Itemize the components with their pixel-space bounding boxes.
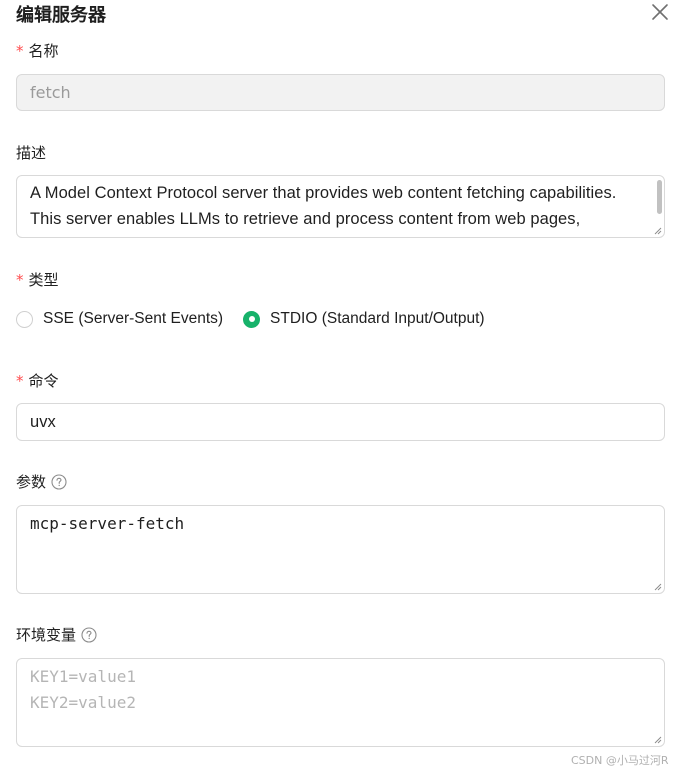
- required-mark: *: [16, 372, 24, 390]
- radio-label-sse: SSE (Server-Sent Events): [43, 310, 224, 327]
- description-line-1: A Model Context Protocol server that pro…: [30, 184, 617, 202]
- radio-label-stdio: STDIO (Standard Input/Output): [270, 310, 485, 327]
- scrollbar-thumb[interactable]: [657, 180, 662, 214]
- radio-option-stdio[interactable]: STDIO (Standard Input/Output): [243, 310, 485, 328]
- name-label-text: 名称: [28, 42, 59, 60]
- name-label: * 名称: [16, 41, 59, 61]
- resize-grip-icon[interactable]: [653, 582, 662, 591]
- watermark: CSDN @小马过河R: [571, 754, 669, 767]
- dialog-title: 编辑服务器: [16, 5, 106, 26]
- description-textarea[interactable]: A Model Context Protocol server that pro…: [16, 175, 665, 238]
- required-mark: *: [16, 271, 24, 289]
- args-value: mcp-server-fetch: [30, 514, 185, 533]
- command-label-text: 命令: [28, 372, 59, 390]
- command-input[interactable]: uvx: [16, 403, 665, 441]
- args-label-text: 参数: [16, 473, 47, 491]
- command-input-value: uvx: [30, 412, 56, 431]
- resize-grip-icon[interactable]: [653, 226, 662, 235]
- args-textarea[interactable]: mcp-server-fetch: [16, 505, 665, 594]
- radio-unchecked-icon[interactable]: [16, 310, 33, 328]
- env-label-text: 环境变量: [16, 626, 77, 644]
- env-textarea[interactable]: KEY1=value1 KEY2=value2: [16, 658, 665, 747]
- required-mark: *: [16, 42, 24, 60]
- command-label: * 命令: [16, 371, 59, 391]
- radio-option-sse[interactable]: SSE (Server-Sent Events): [16, 310, 223, 328]
- type-radio-group: SSE (Server-Sent Events) STDIO (Standard…: [16, 310, 485, 328]
- close-icon[interactable]: [650, 2, 670, 22]
- description-line-2: This server enables LLMs to retrieve and…: [30, 210, 581, 228]
- resize-grip-icon[interactable]: [653, 735, 662, 744]
- radio-checked-icon[interactable]: [243, 310, 261, 328]
- description-label: 描述: [16, 143, 46, 163]
- args-label: 参数: [16, 472, 67, 492]
- question-circle-icon[interactable]: [81, 627, 97, 643]
- env-placeholder-line-2: KEY2=value2: [30, 693, 136, 712]
- question-circle-icon[interactable]: [51, 474, 67, 490]
- name-input-value: fetch: [30, 83, 71, 102]
- type-label: * 类型: [16, 270, 59, 290]
- name-input[interactable]: fetch: [16, 74, 665, 111]
- env-placeholder-line-1: KEY1=value1: [30, 667, 136, 686]
- description-label-text: 描述: [16, 144, 47, 162]
- env-label: 环境变量: [16, 625, 97, 645]
- type-label-text: 类型: [28, 271, 59, 289]
